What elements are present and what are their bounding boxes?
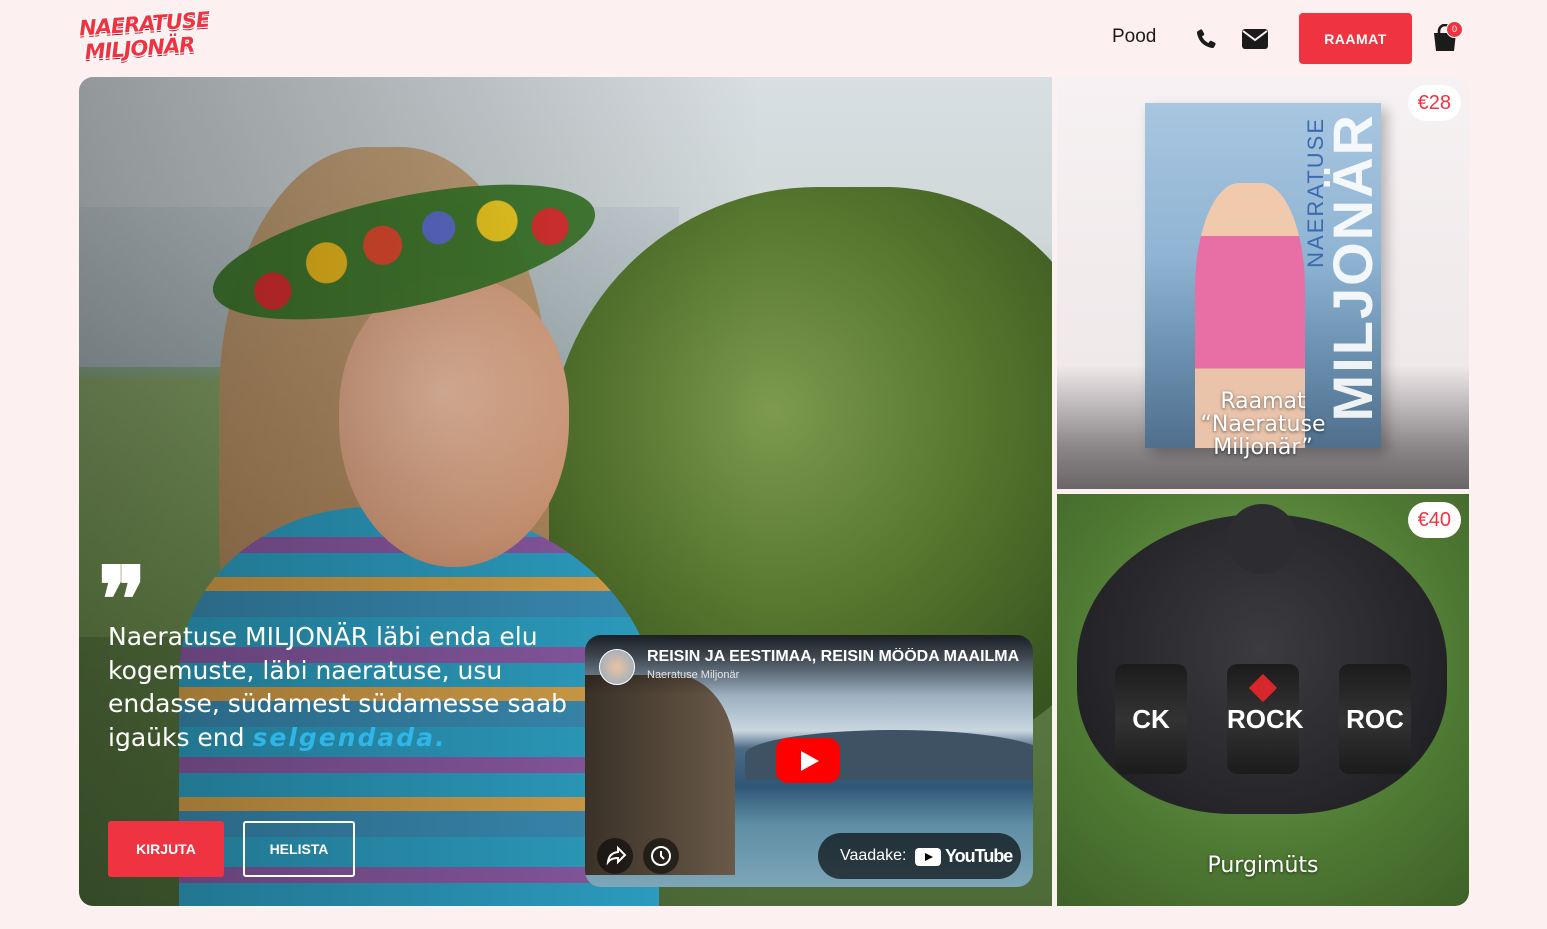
- youtube-video-embed[interactable]: REISIN JA EESTIMAA, REISIN MÖÖDA MAAILMA…: [585, 635, 1033, 887]
- hat-can-right: ROC: [1339, 664, 1411, 774]
- channel-avatar[interactable]: [599, 649, 635, 685]
- product-card-hat[interactable]: CK ROCK ROC €40 Purgimüts: [1057, 494, 1469, 906]
- hat-can-center: ROCK: [1227, 664, 1304, 774]
- cart-count-badge: 0: [1446, 21, 1463, 38]
- product-price: €28: [1407, 85, 1461, 121]
- site-logo[interactable]: NAERATUSE MILJONÄR: [78, 8, 211, 71]
- product-card-book[interactable]: NAERATUSE MILJONÄR €28 Raamat “Naeratuse…: [1057, 77, 1469, 489]
- book-cover-title-big: MILJONÄR: [1321, 113, 1384, 422]
- youtube-wordmark: YouTube: [945, 846, 1013, 866]
- product-title-line-1: Raamat: [1220, 389, 1306, 414]
- watch-on-label: Vaadake:: [840, 847, 907, 864]
- play-icon[interactable]: [776, 738, 840, 783]
- watch-on-youtube-button[interactable]: Vaadake: YouTube: [818, 833, 1021, 879]
- product-title-line-3: Miljonär”: [1213, 435, 1313, 460]
- write-button[interactable]: KIRJUTA: [108, 821, 224, 877]
- hat-pompom: [1227, 504, 1297, 574]
- hat-can-left: CK: [1115, 664, 1187, 774]
- product-price: €40: [1407, 502, 1461, 538]
- youtube-icon: [915, 848, 941, 866]
- mail-icon[interactable]: [1242, 29, 1268, 49]
- share-icon[interactable]: [597, 838, 633, 874]
- can-label: ROC: [1346, 704, 1404, 734]
- call-button[interactable]: HELISTA: [243, 821, 355, 877]
- product-title[interactable]: Raamat “Naeratuse Miljonär”: [1057, 390, 1469, 459]
- can-label: ROCK: [1227, 704, 1304, 734]
- crochet-hat-image: CK ROCK ROC: [1077, 504, 1447, 814]
- hero-quote: Naeratuse MILJONÄR läbi enda elu kogemus…: [108, 620, 578, 754]
- nav-link-shop[interactable]: Pood: [1112, 26, 1156, 48]
- can-label: CK: [1132, 704, 1170, 734]
- star-icon: [1248, 673, 1278, 703]
- product-title-line-2: “Naeratuse: [1200, 412, 1326, 437]
- hero-quote-accent: selgendada.: [252, 722, 447, 752]
- video-title[interactable]: REISIN JA EESTIMAA, REISIN MÖÖDA MAAILMA: [647, 648, 1019, 666]
- product-title[interactable]: Purgimüts: [1057, 854, 1469, 877]
- books-cta-button[interactable]: RAAMAT: [1299, 13, 1412, 64]
- phone-icon[interactable]: [1194, 27, 1218, 51]
- video-channel[interactable]: Naeratuse Miljonär: [647, 669, 739, 681]
- watch-later-icon[interactable]: [643, 838, 679, 874]
